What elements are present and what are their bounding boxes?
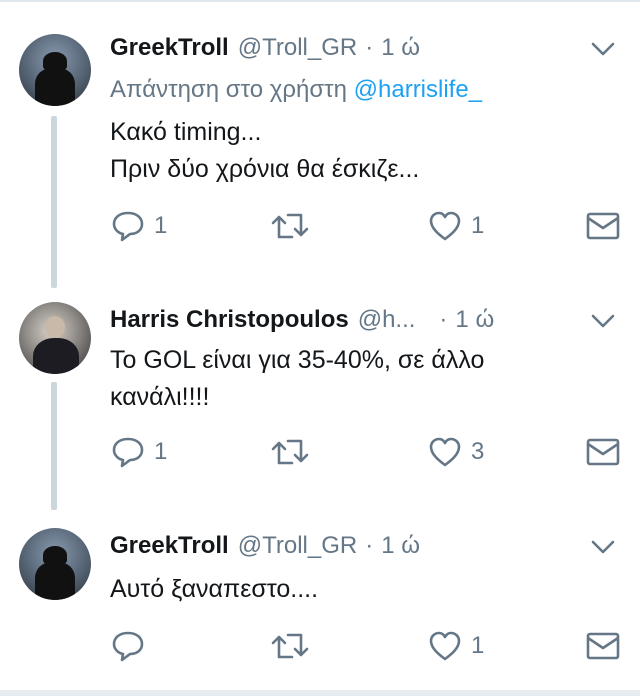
like-button[interactable]: 1 [427, 206, 484, 246]
separator-dot: · [365, 532, 374, 559]
separator-dot: · [365, 34, 374, 61]
like-count: 1 [471, 212, 485, 239]
display-name[interactable]: Harris Christopoulos [110, 306, 349, 334]
reply-context: Απάντηση στο χρήστη @harrislife_ [110, 76, 482, 104]
avatar[interactable] [19, 302, 91, 374]
display-name[interactable]: GreekTroll [110, 532, 229, 560]
retweet-icon [271, 439, 309, 465]
tweet-text: Κακό timing... Πριν δύο χρόνια θα έσκιζε… [110, 114, 610, 188]
tweet[interactable]: GreekTroll @Troll_GR · 1 ώ Αυτό ξαναπεστ… [0, 518, 640, 690]
tweet-text-line: Πριν δύο χρόνια θα έσκιζε... [110, 155, 420, 183]
user-handle[interactable]: @Troll_GR [238, 34, 357, 62]
tweet-text-line: Το GOL είναι για 35-40%, σε άλλο [110, 346, 485, 374]
retweet-icon [271, 213, 309, 239]
like-button[interactable]: 1 [427, 626, 484, 666]
like-button[interactable]: 3 [427, 432, 484, 472]
mention-link[interactable]: @harrislife_ [354, 76, 482, 103]
separator-dot: · [439, 306, 448, 333]
direct-message-icon [586, 438, 620, 466]
chevron-down-icon[interactable] [590, 312, 616, 330]
tweet-header: GreekTroll @Troll_GR · 1 ώ [110, 30, 420, 66]
tweet-actions: 1 [0, 626, 640, 666]
like-count: 3 [471, 438, 485, 465]
direct-message-icon [586, 632, 620, 660]
tweet[interactable]: Harris Christopoulos @h... · 1 ώ Το GOL … [0, 290, 640, 510]
tweet[interactable]: GreekTroll @Troll_GR · 1 ώ Απάντηση στο … [0, 0, 640, 280]
bottom-divider [0, 690, 640, 696]
reply-icon [112, 631, 144, 662]
direct-message-button[interactable] [585, 206, 621, 246]
chevron-down-icon[interactable] [590, 40, 616, 58]
reply-icon [112, 211, 144, 242]
tweet-actions: 1 1 [0, 206, 640, 246]
avatar[interactable] [19, 528, 91, 600]
like-icon [429, 437, 461, 467]
timestamp[interactable]: 1 ώ [381, 532, 420, 560]
display-name[interactable]: GreekTroll [110, 34, 229, 62]
tweet-actions: 1 3 [0, 432, 640, 472]
tweet-header: GreekTroll @Troll_GR · 1 ώ [110, 528, 420, 564]
retweet-button[interactable] [270, 432, 318, 472]
avatar[interactable] [19, 34, 91, 106]
direct-message-button[interactable] [585, 626, 621, 666]
reply-prefix: Απάντηση στο χρήστη [110, 76, 347, 103]
tweet-text: Αυτό ξαναπεστο.... [110, 571, 610, 608]
tweet-header: Harris Christopoulos @h... · 1 ώ [110, 302, 494, 338]
user-handle[interactable]: @Troll_GR [238, 532, 357, 560]
reply-button[interactable]: 1 [110, 206, 167, 246]
direct-message-icon [586, 212, 620, 240]
tweet-text-line: κανάλι!!!! [110, 383, 210, 411]
retweet-button[interactable] [270, 206, 318, 246]
tweet-text-line: Κακό timing... [110, 118, 262, 146]
timestamp[interactable]: 1 ώ [455, 306, 494, 334]
reply-count: 1 [154, 212, 168, 239]
like-count: 1 [471, 632, 485, 659]
timestamp[interactable]: 1 ώ [381, 34, 420, 62]
tweet-text: Το GOL είναι για 35-40%, σε άλλο κανάλι!… [110, 342, 610, 416]
reply-icon [112, 437, 144, 468]
like-icon [429, 211, 461, 241]
reply-button[interactable]: 1 [110, 432, 167, 472]
like-icon [429, 631, 461, 661]
retweet-icon [271, 633, 309, 659]
user-handle[interactable]: @h... [358, 306, 416, 334]
tweet-text-line: Αυτό ξαναπεστο.... [110, 575, 319, 603]
direct-message-button[interactable] [585, 432, 621, 472]
retweet-button[interactable] [270, 626, 318, 666]
reply-button[interactable] [110, 626, 154, 666]
chevron-down-icon[interactable] [590, 538, 616, 556]
reply-count: 1 [154, 438, 168, 465]
